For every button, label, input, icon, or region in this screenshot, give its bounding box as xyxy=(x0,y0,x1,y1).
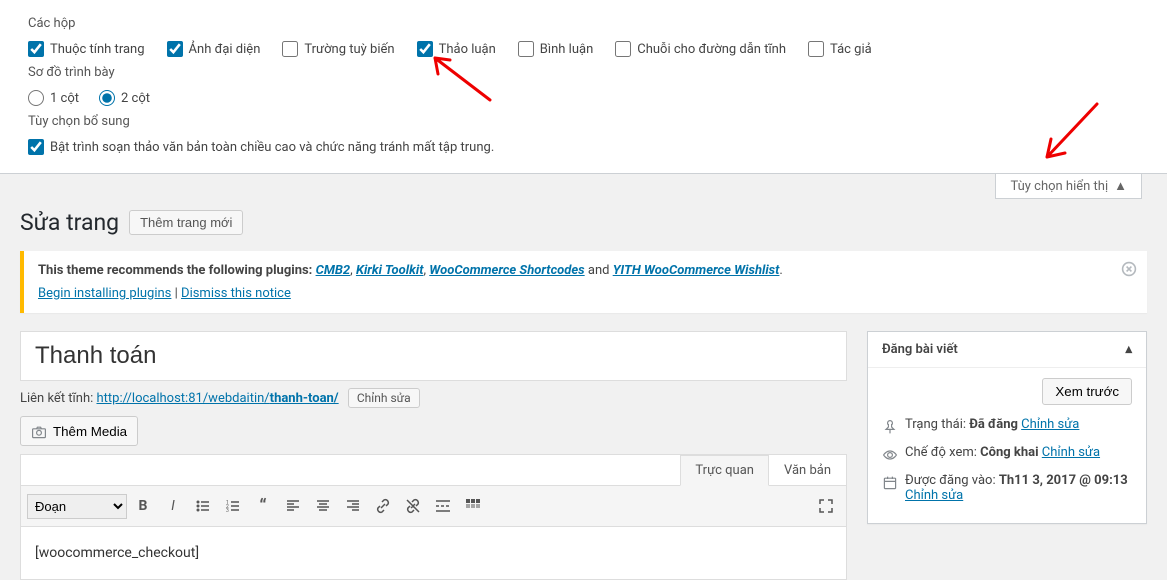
fullheight-option[interactable]: Bật trình soạn thảo văn bản toàn chiều c… xyxy=(28,139,1147,155)
screen-options-toggle[interactable]: Tùy chọn hiển thị ▲ xyxy=(995,174,1142,199)
permalink-url[interactable]: http://localhost:81/webdaitin/thanh-toan… xyxy=(96,391,338,406)
editor-toolbar: Đoạn B I 123 “ xyxy=(21,486,846,527)
add-media-button[interactable]: Thêm Media xyxy=(20,416,138,446)
dismiss-icon[interactable] xyxy=(1121,261,1137,281)
layout-option-1[interactable]: 2 cột xyxy=(99,90,150,106)
box-checkbox-3[interactable] xyxy=(417,41,433,57)
layout-radio-1[interactable] xyxy=(99,90,115,106)
visibility-icon xyxy=(882,447,898,463)
screen-options-panel: Các hộp Thuộc tính trang Ảnh đại diện Trườ… xyxy=(0,0,1167,174)
plugin-link-cmb2[interactable]: CMB2 xyxy=(316,263,351,278)
box-checkbox-4[interactable] xyxy=(518,41,534,57)
add-new-page-button[interactable]: Thêm trang mới xyxy=(129,210,243,235)
box-option-6[interactable]: Tác giả xyxy=(808,41,872,57)
notice-text: This theme recommends the following plug… xyxy=(38,263,316,278)
box-option-4[interactable]: Bình luận xyxy=(518,41,593,57)
box-checkbox-6[interactable] xyxy=(808,41,824,57)
post-title-input[interactable] xyxy=(20,331,847,381)
camera-icon xyxy=(31,424,47,440)
plugin-link-kirki[interactable]: Kirki Toolkit xyxy=(356,263,424,278)
edit-date-link[interactable]: Chỉnh sửa xyxy=(905,488,963,503)
publish-heading: Đăng bài viết xyxy=(882,342,958,357)
permalink-label: Liên kết tĩnh: xyxy=(20,391,96,406)
box-checkbox-0[interactable] xyxy=(28,41,44,57)
toolbar-toggle-button[interactable] xyxy=(459,492,487,520)
blockquote-button[interactable]: “ xyxy=(249,492,277,520)
unlink-button[interactable] xyxy=(399,492,427,520)
editor-content[interactable]: [woocommerce_checkout] xyxy=(21,527,846,579)
italic-button[interactable]: I xyxy=(159,492,187,520)
fullscreen-button[interactable] xyxy=(812,492,840,520)
publish-box: Đăng bài viết ▴ Xem trước Trạng thái: Đã… xyxy=(867,331,1147,524)
box-option-2[interactable]: Trường tuỳ biến xyxy=(282,41,394,57)
number-list-button[interactable]: 123 xyxy=(219,492,247,520)
format-select[interactable]: Đoạn xyxy=(27,494,127,519)
edit-status-link[interactable]: Chỉnh sửa xyxy=(1021,417,1079,432)
page-title: Sửa trang xyxy=(20,209,119,236)
fullheight-text: Bật trình soạn thảo văn bản toàn chiều c… xyxy=(50,140,494,155)
align-right-button[interactable] xyxy=(339,492,367,520)
box-option-0[interactable]: Thuộc tính trang xyxy=(28,41,145,57)
box-option-3[interactable]: Thảo luận xyxy=(417,41,496,57)
extra-label: Tùy chọn bổ sung xyxy=(28,114,1147,129)
boxes-label: Các hộp xyxy=(28,16,1147,31)
begin-install-link[interactable]: Begin installing plugins xyxy=(38,286,171,301)
plugin-notice: This theme recommends the following plug… xyxy=(20,251,1147,313)
calendar-icon xyxy=(882,475,898,491)
layout-label: Sơ đồ trình bày xyxy=(28,65,1147,80)
box-option-5[interactable]: Chuỗi cho đường dẫn tĩnh xyxy=(615,41,786,57)
align-left-button[interactable] xyxy=(279,492,307,520)
fullheight-checkbox[interactable] xyxy=(28,139,44,155)
readmore-button[interactable] xyxy=(429,492,457,520)
tab-visual[interactable]: Trực quan xyxy=(680,455,769,486)
pin-icon xyxy=(882,419,898,435)
editor-container: Trực quan Văn bản Đoạn B I 123 “ [w xyxy=(20,454,847,580)
edit-permalink-button[interactable]: Chỉnh sửa xyxy=(348,388,420,408)
link-button[interactable] xyxy=(369,492,397,520)
preview-button[interactable]: Xem trước xyxy=(1042,378,1132,405)
box-checkbox-5[interactable] xyxy=(615,41,631,57)
box-checkbox-1[interactable] xyxy=(167,41,183,57)
plugin-link-yith[interactable]: YITH WooCommerce Wishlist xyxy=(613,263,780,278)
caret-up-icon: ▲ xyxy=(1114,178,1127,194)
caret-up-icon[interactable]: ▴ xyxy=(1125,342,1132,357)
svg-text:3: 3 xyxy=(226,508,229,514)
plugin-link-wc-shortcodes[interactable]: WooCommerce Shortcodes xyxy=(429,263,584,278)
layout-option-0[interactable]: 1 cột xyxy=(28,90,79,106)
edit-visibility-link[interactable]: Chỉnh sửa xyxy=(1042,445,1100,460)
box-option-1[interactable]: Ảnh đại diện xyxy=(167,41,261,57)
tab-text[interactable]: Văn bản xyxy=(769,455,846,486)
align-center-button[interactable] xyxy=(309,492,337,520)
box-checkbox-2[interactable] xyxy=(282,41,298,57)
layout-radio-0[interactable] xyxy=(28,90,44,106)
screen-options-toggle-label: Tùy chọn hiển thị xyxy=(1010,179,1108,194)
dismiss-notice-link[interactable]: Dismiss this notice xyxy=(181,286,291,301)
bullet-list-button[interactable] xyxy=(189,492,217,520)
bold-button[interactable]: B xyxy=(129,492,157,520)
